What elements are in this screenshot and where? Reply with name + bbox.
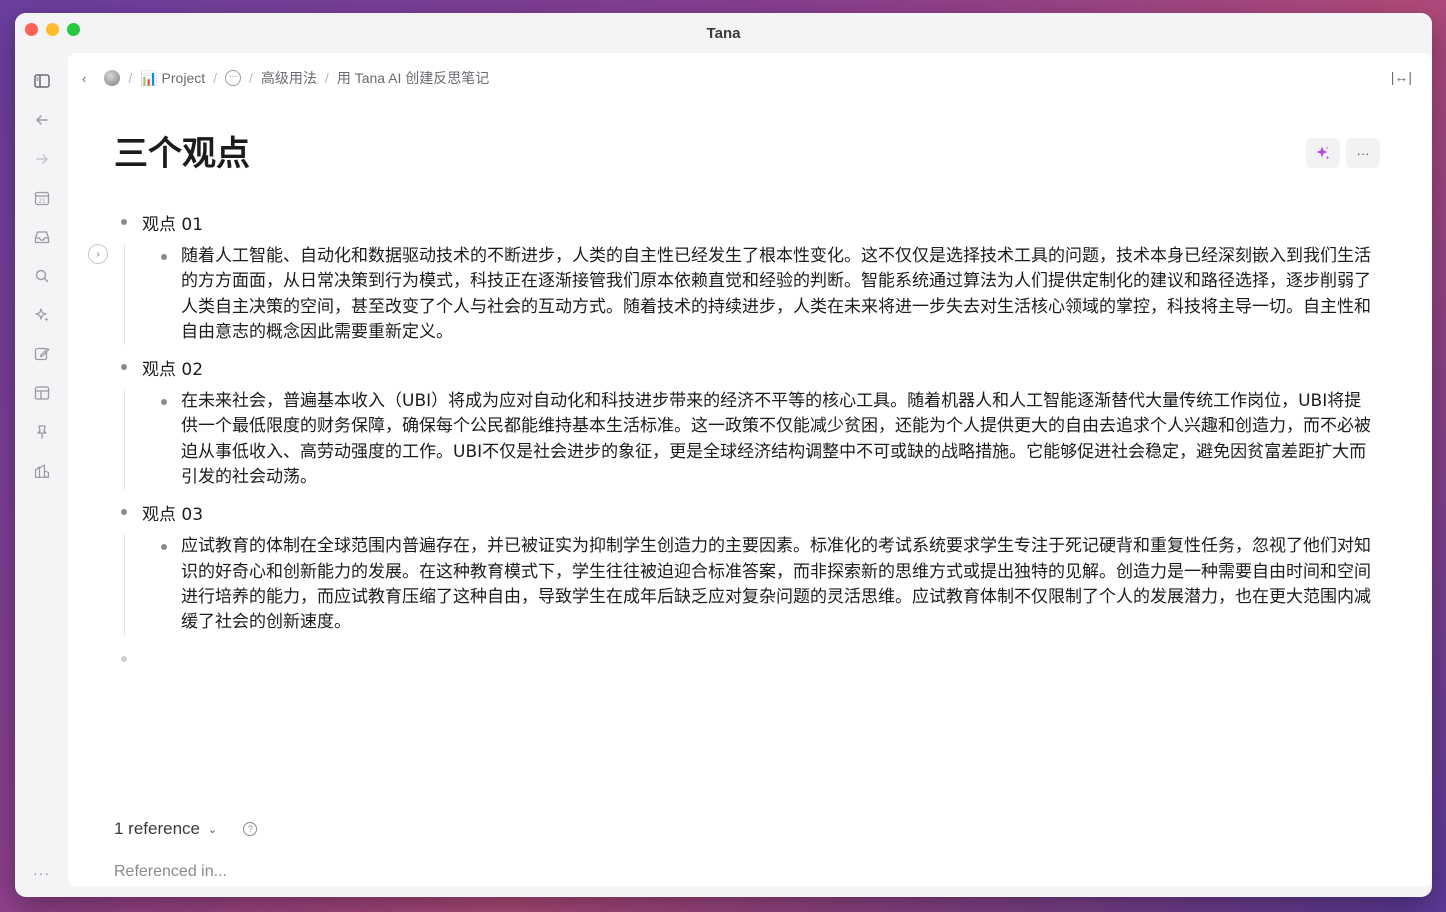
breadcrumb-collapsed-dots[interactable]: ··· bbox=[225, 70, 242, 86]
reference-count[interactable]: 1 reference bbox=[114, 819, 200, 839]
expand-width-icon[interactable]: |↔| bbox=[1391, 69, 1412, 85]
list-item: 应试教育的体制在全球范围内普遍存在，并已被证实为抑制学生创造力的主要因素。标准化… bbox=[153, 534, 1374, 635]
sidebar: 21 ··· bbox=[15, 53, 68, 897]
node-bullet[interactable] bbox=[121, 219, 127, 225]
ai-sparkle-button[interactable] bbox=[1306, 138, 1340, 168]
chevron-down-icon[interactable]: ⌄ bbox=[208, 823, 217, 836]
node-bullet[interactable] bbox=[121, 509, 127, 516]
breadcrumb-separator: / bbox=[128, 70, 133, 86]
pin-icon[interactable] bbox=[31, 421, 53, 443]
outline-node: 观点 03 应试教育的体制在全球范围内普遍存在，并已被证实为抑制学生创造力的主要… bbox=[114, 498, 1374, 636]
breadcrumb: ‹ / 📊 Project / ··· / 高级用法 / 用 Tana AI 创… bbox=[82, 67, 489, 89]
sidebar-more-button[interactable]: ··· bbox=[15, 865, 68, 881]
node-label[interactable]: 观点 03 bbox=[142, 500, 203, 525]
node-label[interactable]: 观点 02 bbox=[142, 355, 203, 380]
sidebar-toggle-icon[interactable] bbox=[31, 70, 53, 92]
node-text[interactable]: 在未来社会，普遍基本收入（UBI）将成为应对自动化和科技进步带来的经济不平等的核… bbox=[181, 389, 1371, 490]
outline: 观点 01 › 随着人工智能、自动化和数据驱动技术的不断进步，人类的自主性已经发… bbox=[88, 208, 1374, 662]
search-icon[interactable] bbox=[31, 265, 53, 287]
node-text[interactable]: 随着人工智能、自动化和数据驱动技术的不断进步，人类的自主性已经发生了根本性变化。… bbox=[181, 244, 1371, 345]
breadcrumb-item-project[interactable]: 📊 Project bbox=[140, 70, 205, 87]
node-bullet[interactable] bbox=[161, 544, 167, 551]
page-actions: ··· bbox=[1306, 138, 1380, 168]
more-options-button[interactable]: ··· bbox=[1346, 138, 1380, 168]
minimize-window-button[interactable] bbox=[46, 23, 59, 36]
title-bar: Tana bbox=[15, 13, 1432, 53]
breadcrumb-item-current[interactable]: 用 Tana AI 创建反思笔记 bbox=[337, 68, 489, 88]
outline-node: 观点 02 在未来社会，普遍基本收入（UBI）将成为应对自动化和科技进步带来的经… bbox=[114, 353, 1374, 491]
breadcrumb-separator: / bbox=[324, 70, 329, 86]
outline-node: 观点 01 › 随着人工智能、自动化和数据驱动技术的不断进步，人类的自主性已经发… bbox=[88, 208, 1374, 346]
node-bullet[interactable] bbox=[161, 254, 167, 260]
app-window: Tana 21 ··· ‹ / 📊 Project / ··· / 高级用法 /… bbox=[15, 13, 1432, 897]
list-item: 在未来社会，普遍基本收入（UBI）将成为应对自动化和科技进步带来的经济不平等的核… bbox=[153, 389, 1374, 490]
layout-icon[interactable] bbox=[31, 382, 53, 404]
main-panel: ‹ / 📊 Project / ··· / 高级用法 / 用 Tana AI 创… bbox=[68, 53, 1432, 886]
svg-text:21: 21 bbox=[38, 199, 45, 205]
node-bullet[interactable] bbox=[121, 364, 127, 371]
node-bullet[interactable] bbox=[161, 399, 167, 406]
forward-arrow-icon[interactable] bbox=[31, 148, 53, 170]
help-icon[interactable]: ? bbox=[243, 822, 258, 836]
close-window-button[interactable] bbox=[25, 23, 38, 36]
edit-icon[interactable] bbox=[31, 343, 53, 365]
node-children: 应试教育的体制在全球范围内普遍存在，并已被证实为抑制学生创造力的主要因素。标准化… bbox=[124, 534, 1374, 636]
workspace-icon[interactable] bbox=[31, 460, 53, 482]
referenced-in-label: Referenced in... bbox=[114, 863, 227, 880]
list-item: 随着人工智能、自动化和数据驱动技术的不断进步，人类的自主性已经发生了根本性变化。… bbox=[153, 244, 1374, 345]
breadcrumb-separator: / bbox=[249, 70, 253, 86]
back-arrow-icon[interactable] bbox=[31, 109, 53, 131]
expand-chevron-icon[interactable]: › bbox=[88, 244, 108, 264]
node-label[interactable]: 观点 01 bbox=[142, 210, 203, 235]
back-chevron-icon[interactable]: ‹ bbox=[82, 71, 86, 86]
window-title: Tana bbox=[706, 24, 741, 42]
node-text[interactable]: 应试教育的体制在全球范围内普遍存在，并已被证实为抑制学生创造力的主要因素。标准化… bbox=[181, 534, 1371, 635]
reference-section[interactable]: 1 reference ⌄ ? bbox=[114, 819, 258, 839]
breadcrumb-item-advanced[interactable]: 高级用法 bbox=[261, 68, 317, 88]
ai-sparkle-icon[interactable] bbox=[31, 304, 53, 326]
page-title[interactable]: 三个观点 bbox=[114, 126, 250, 175]
breadcrumb-separator: / bbox=[213, 70, 218, 86]
traffic-lights bbox=[25, 23, 80, 36]
node-children: › 随着人工智能、自动化和数据驱动技术的不断进步，人类的自主性已经发生了根本性变… bbox=[88, 244, 1374, 346]
zoom-window-button[interactable] bbox=[67, 23, 80, 36]
calendar-icon[interactable]: 21 bbox=[31, 187, 53, 209]
node-children: 在未来社会，普遍基本收入（UBI）将成为应对自动化和科技进步带来的经济不平等的核… bbox=[124, 389, 1374, 491]
sparkle-icon bbox=[1316, 146, 1330, 160]
workspace-avatar[interactable] bbox=[104, 70, 121, 86]
inbox-icon[interactable] bbox=[31, 226, 53, 248]
new-node-bullet[interactable] bbox=[121, 655, 127, 662]
